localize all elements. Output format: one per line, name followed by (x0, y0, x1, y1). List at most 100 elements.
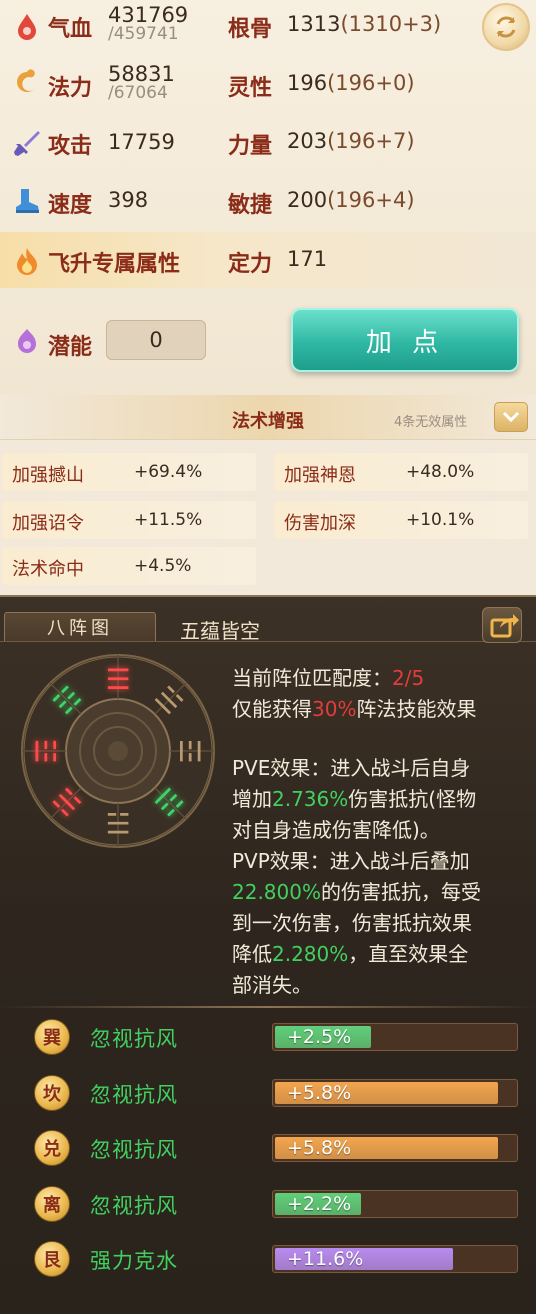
pve-line-3: 对自身造成伤害降低)。 (232, 818, 440, 842)
trigram-layer: ☰ ☱ ☲ ☳ ☴ ☵ ☶ ☷ (20, 653, 216, 849)
share-icon (490, 614, 519, 638)
trigram-glyph: ☲ (173, 738, 207, 764)
speed-value: 398 (108, 188, 149, 212)
bonus-name: 忽视抗风 (90, 1194, 178, 1218)
trigram-glyph: ☰ (105, 662, 131, 696)
gengu-value: 1313(1310+3) (287, 12, 442, 36)
pvp-line-5: 部消失。 (232, 973, 312, 997)
bonus-value: +11.6% (287, 1248, 364, 1270)
dingli-value: 171 (287, 247, 328, 271)
bonus-name: 忽视抗风 (90, 1027, 178, 1051)
pve-line-2: 增加2.736%伤害抵抗(怪物 (232, 787, 477, 811)
ascend-label: 飞升专属属性 (48, 252, 181, 277)
enhance-item-value: +69.4% (134, 462, 203, 482)
enhance-item-value: +11.5% (134, 510, 203, 530)
bonus-bar: +5.8% (272, 1134, 518, 1162)
match-line: 当前阵位匹配度：2/5 (232, 666, 425, 690)
liliang-value: 203(196+7) (287, 129, 415, 153)
enhance-item-name: 加强诏令 (12, 513, 84, 534)
bonus-row: 巽 忽视抗风 +2.5% (0, 1019, 536, 1059)
enhance-item-name: 法术命中 (12, 559, 84, 580)
pvp-line-2: 22.800%的伤害抵抗，每受 (232, 880, 481, 904)
spell-enhance-header: 法术增强 4条无效属性 (0, 395, 536, 440)
enhance-item: 伤害加深 +10.1% (274, 501, 528, 539)
flame-icon (10, 244, 44, 278)
trigram-glyph: ☴ (105, 806, 131, 840)
trigram-coin-icon: 艮 (34, 1241, 70, 1277)
trigram-coin-icon: 坎 (34, 1075, 70, 1111)
bonus-bar: +2.5% (272, 1023, 518, 1051)
mp-row: 法力 58831 /67064 灵性 196(196+0) (0, 58, 536, 116)
potential-value: 0 (106, 320, 206, 360)
liliang-label: 力量 (228, 134, 273, 159)
sword-icon (10, 126, 44, 160)
pvp-line-3: 到一次伤害，伤害抵抗效果 (232, 911, 472, 935)
trigram-coin-icon: 离 (34, 1186, 70, 1222)
hp-label: 气血 (48, 17, 93, 42)
panel-border (0, 595, 536, 597)
bonus-value: +2.5% (287, 1026, 352, 1048)
trigram-glyph: ☷ (46, 679, 88, 721)
bonus-name: 忽视抗风 (90, 1083, 178, 1107)
bonus-value: +5.8% (287, 1082, 352, 1104)
gain-line: 仅能获得30%阵法技能效果 (232, 697, 477, 721)
bonus-bar: +2.2% (272, 1190, 518, 1218)
attack-row: 攻击 17759 力量 203(196+7) (0, 116, 536, 174)
enhance-item-name: 加强撼山 (12, 465, 84, 486)
enhance-item: 加强诏令 +11.5% (2, 501, 256, 539)
enhance-item-name: 伤害加深 (284, 513, 356, 534)
hp-row: 气血 431769 /459741 根骨 1313(1310+3) (0, 0, 536, 58)
attack-label: 攻击 (48, 134, 93, 159)
enhance-item: 加强神恩 +48.0% (274, 453, 528, 491)
ascend-row: 飞升专属属性 定力 171 (0, 232, 536, 290)
refresh-icon (496, 16, 516, 38)
bonus-bar: +5.8% (272, 1079, 518, 1107)
bonus-value: +2.2% (287, 1193, 352, 1215)
enhance-item-value: +48.0% (406, 462, 475, 482)
bonus-row: 离 忽视抗风 +2.2% (0, 1186, 536, 1226)
enhance-item: 法术命中 +4.5% (2, 547, 256, 585)
enhance-item: 加强撼山 +69.4% (2, 453, 256, 491)
bonus-row: 艮 强力克水 +11.6% (0, 1241, 536, 1281)
boot-icon (10, 184, 44, 218)
bonus-name: 忽视抗风 (90, 1138, 178, 1162)
enhance-item-value: +4.5% (134, 556, 192, 576)
spirit-orb-icon (10, 324, 44, 358)
mp-max: /67064 (108, 83, 168, 103)
dingli-label: 定力 (228, 252, 273, 277)
pve-line-1: PVE效果：进入战斗后自身 (232, 756, 471, 780)
bonus-name: 强力克水 (90, 1249, 178, 1273)
trigram-coin-icon: 兑 (34, 1130, 70, 1166)
trigram-glyph: ☶ (29, 738, 63, 764)
speed-row: 速度 398 敏捷 200(196+4) (0, 174, 536, 232)
trigram-glyph: ☵ (46, 781, 88, 823)
share-button[interactable] (482, 607, 522, 643)
potential-label: 潜能 (48, 335, 93, 360)
invalid-attr-note: 4条无效属性 (394, 415, 468, 430)
formation-panel: 八阵图 五蕴皆空 ☰ ☱ ☲ ☳ ☴ ☵ ☶ ☷ 当前阵位匹配度：2/5 仅能获得30%阵法技… (0, 595, 536, 1314)
trigram-glyph: ☳ (148, 781, 190, 823)
mp-label: 法力 (48, 76, 93, 101)
add-points-button[interactable]: 加 点 (291, 308, 519, 372)
trigram-coin-icon: 巽 (34, 1019, 70, 1055)
minjie-value: 200(196+4) (287, 188, 415, 212)
speed-label: 速度 (48, 193, 93, 218)
attribute-panel: 气血 431769 /459741 根骨 1313(1310+3) 法力 588… (0, 0, 536, 395)
pvp-line-1: PVP效果：进入战斗后叠加 (232, 849, 470, 873)
refresh-button[interactable] (482, 3, 530, 51)
tab-eight-formation[interactable]: 八阵图 (4, 612, 156, 642)
lingxing-label: 灵性 (228, 76, 273, 101)
mana-swirl-icon (10, 66, 44, 100)
attack-value: 17759 (108, 130, 175, 154)
formation-name: 五蕴皆空 (180, 619, 260, 643)
bonus-row: 兑 忽视抗风 +5.8% (0, 1130, 536, 1170)
lingxing-value: 196(196+0) (287, 71, 415, 95)
enhance-item-value: +10.1% (406, 510, 475, 530)
gengu-label: 根骨 (228, 17, 273, 42)
expand-button[interactable] (494, 402, 528, 432)
section-divider (0, 1006, 536, 1008)
spell-enhance-panel: 法术增强 4条无效属性 加强撼山 +69.4% 加强神恩 +48.0% 加强诏令… (0, 395, 536, 595)
chevron-down-icon (502, 411, 520, 423)
blood-drop-icon (10, 9, 44, 43)
bonus-bar: +11.6% (272, 1245, 518, 1273)
